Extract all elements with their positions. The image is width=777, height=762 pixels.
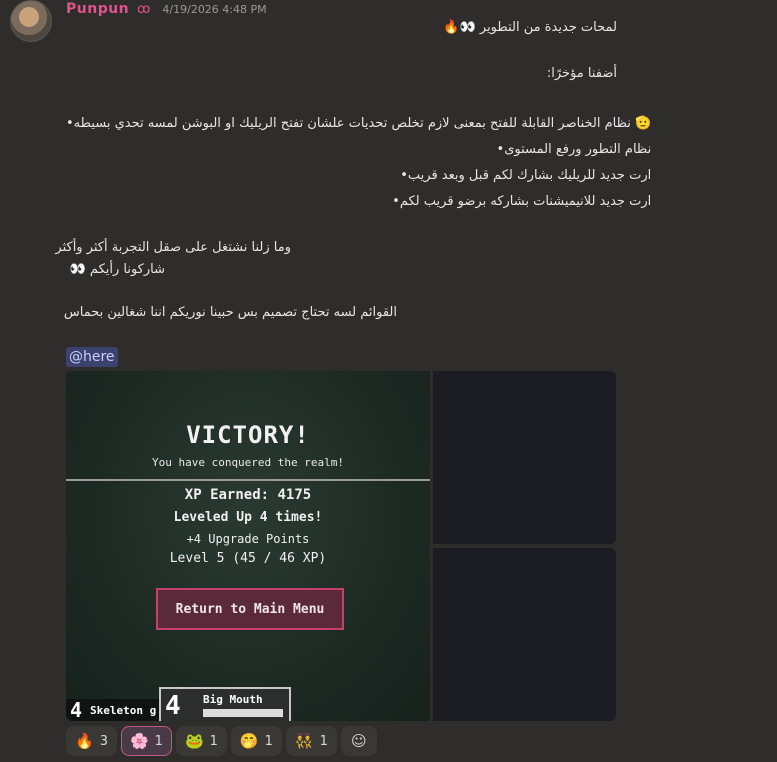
card-skeleton: 4 Skeleton g <box>66 698 166 721</box>
bullet-item: ارت جديد للانيميشنات بشاركه برضو قريب لك… <box>80 188 651 214</box>
reaction-count: 1 <box>209 733 218 749</box>
reaction-dancers[interactable]: 👯 1 <box>285 726 337 756</box>
dancers-icon: 👯 <box>294 732 314 750</box>
reaction-count: 1 <box>154 733 163 749</box>
xp-earned: XP Earned: 4175 <box>184 487 312 503</box>
reaction-count: 3 <box>99 733 108 749</box>
card-big-mouth: 4 Big Mouth <box>159 687 291 721</box>
avatar[interactable] <box>10 0 52 42</box>
reaction-flower[interactable]: 🌸 1 <box>120 726 172 756</box>
reaction-count: 1 <box>264 733 273 749</box>
card-a-number: 4 <box>70 698 83 721</box>
card-b-number: 4 <box>165 691 181 721</box>
image-attachment-2[interactable] <box>433 371 616 544</box>
image-attachment-3[interactable] <box>433 548 616 721</box>
bullet-item: نظام التطور ورفع المستوى <box>80 136 651 162</box>
card-a-label: Skeleton g <box>90 703 157 717</box>
timestamp: 4/19/2026 4:48 PM <box>162 2 267 16</box>
reactions-bar: 🔥 3 🌸 1 🐸 1 🤭 1 👯 1 ☺ <box>66 726 377 756</box>
username[interactable]: Punpun <box>66 1 129 17</box>
smiley-add-icon: ☺ <box>351 732 367 750</box>
message-header: Punpun ꝏ 4/19/2026 4:48 PM <box>66 0 267 18</box>
add-reaction-button[interactable]: ☺ <box>340 726 377 756</box>
message-line-2: أضفنا مؤخرًا: <box>546 66 617 81</box>
message-line-4: شاركونا رأيكم 👀 <box>69 262 165 277</box>
reaction-fire[interactable]: 🔥 3 <box>66 726 117 756</box>
here-mention[interactable]: @here <box>66 347 118 367</box>
return-to-main-menu-button[interactable]: Return to Main Menu <box>156 588 344 630</box>
message-line-5: القوائم لسه تحتاج تصميم بس حبينا نوريكم … <box>63 305 397 320</box>
fire-icon: 🔥 <box>75 732 94 750</box>
message-line-3: وما زلنا نشتغل على صقل التجربة أكثر وأكث… <box>55 240 291 255</box>
reaction-count: 1 <box>319 733 328 749</box>
reaction-hand-over-mouth[interactable]: 🤭 1 <box>230 726 282 756</box>
message-line-1: لمحات جديدة من التطوير 👀🔥 <box>443 20 617 35</box>
bullet-list: 🫡 نظام الخناصر القابلة للفتح بمعنى لازم … <box>74 110 652 214</box>
bullet-item: ارت جديد للريليك بشارك لكم قبل وبعد قريب <box>80 162 651 188</box>
level-text: Level 5 (45 / 46 XP) <box>169 551 327 566</box>
frog-icon: 🐸 <box>184 732 204 750</box>
leveled-up: Leveled Up 4 times! <box>173 510 323 525</box>
card-b-bar <box>203 709 283 717</box>
image-attachment-victory[interactable]: VICTORY! You have conquered the realm! X… <box>66 371 430 721</box>
upgrade-points: +4 Upgrade Points <box>186 532 310 546</box>
reaction-frog[interactable]: 🐸 1 <box>175 726 227 756</box>
victory-subtitle: You have conquered the realm! <box>151 456 345 469</box>
victory-title: VICTORY! <box>186 421 310 449</box>
bullet-item: 🫡 نظام الخناصر القابلة للفتح بمعنى لازم … <box>66 110 652 136</box>
card-b-title: Big Mouth <box>203 693 263 706</box>
flower-icon: 🌸 <box>129 732 149 750</box>
ribbon-icon: ꝏ <box>137 1 151 17</box>
divider <box>66 479 430 481</box>
hand-over-mouth-icon: 🤭 <box>239 732 259 750</box>
